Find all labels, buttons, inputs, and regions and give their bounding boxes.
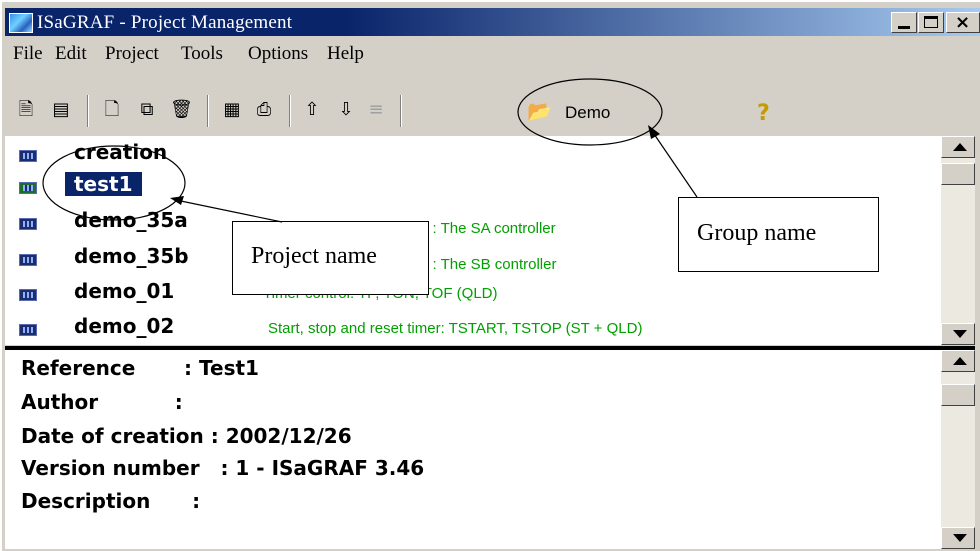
group-name-ellipse <box>517 78 663 146</box>
project-name-ellipse <box>42 145 186 221</box>
project-name-arrow <box>175 199 283 223</box>
group-name-arrow <box>651 130 698 198</box>
annotation-overlay <box>42 78 698 223</box>
